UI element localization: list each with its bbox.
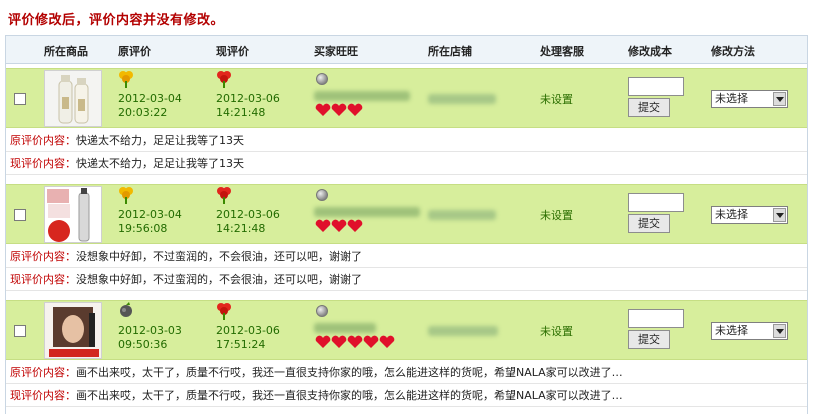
submit-button[interactable]: 提交 [628, 330, 670, 349]
wangwang-icon[interactable] [316, 189, 328, 201]
buyer-credit-hearts-icon [314, 103, 370, 117]
positive-rating-icon [216, 302, 232, 320]
service-status: 未设置 [540, 209, 573, 222]
original-content-line: 原评价内容：快递太不给力，足足让我等了13天 [6, 130, 807, 152]
buyer-credit-hearts-icon [314, 219, 370, 233]
method-select[interactable]: 未选择 [711, 90, 788, 108]
service-status: 未设置 [540, 93, 573, 106]
submit-button[interactable]: 提交 [628, 98, 670, 117]
col-header-buyer: 买家旺旺 [314, 45, 358, 58]
buyer-id-blurred [314, 323, 376, 333]
col-header-cost: 修改成本 [628, 45, 672, 58]
method-select[interactable]: 未选择 [711, 322, 788, 340]
method-select[interactable]: 未选择 [711, 206, 788, 224]
current-rating-datetime: 2012-03-06 14:21:48 [216, 92, 280, 119]
product-thumbnail[interactable] [44, 70, 102, 127]
page-title: 评价修改后，评价内容并没有修改。 [8, 13, 225, 28]
cost-input[interactable] [628, 193, 684, 212]
buyer-id-blurred [314, 207, 420, 217]
table-row: 2012-03-04 19:56:08 2012-03-06 14:21:48 未设… [6, 184, 807, 244]
wangwang-icon[interactable] [316, 73, 328, 85]
shop-name-blurred [428, 210, 496, 220]
col-header-method: 修改方法 [711, 45, 755, 58]
row-checkbox[interactable] [14, 209, 26, 221]
col-header-product: 所在商品 [44, 45, 88, 58]
original-content-line: 原评价内容：画不出来哎，太干了，质量不行哎，我还一直很支持你家的哦，怎么能进这样… [6, 362, 807, 384]
table-row: 2012-03-04 20:03:22 2012-03-06 14:21:48 未设… [6, 68, 807, 128]
product-thumbnail[interactable] [44, 186, 102, 243]
col-header-current-rating: 现评价 [216, 45, 249, 58]
current-rating-datetime: 2012-03-06 14:21:48 [216, 208, 280, 235]
review-table: 所在商品 原评价 现评价 买家旺旺 所在店铺 处理客服 修改成本 修改方法 20… [5, 35, 808, 414]
row-checkbox[interactable] [14, 93, 26, 105]
table-header: 所在商品 原评价 现评价 买家旺旺 所在店铺 处理客服 修改成本 修改方法 [6, 36, 807, 64]
cost-input[interactable] [628, 77, 684, 96]
current-rating-datetime: 2012-03-06 17:51:24 [216, 324, 280, 351]
chevron-down-icon [773, 92, 786, 106]
chevron-down-icon [773, 324, 786, 338]
cost-input[interactable] [628, 309, 684, 328]
neutral-rating-icon [118, 70, 134, 88]
table-row: 2012-03-03 09:50:36 2012-03-06 17:51:24 未设… [6, 300, 807, 360]
col-header-original-rating: 原评价 [118, 45, 151, 58]
current-content-line: 现评价内容：画不出来哎，太干了，质量不行哎，我还一直很支持你家的哦，怎么能进这样… [6, 385, 807, 407]
col-header-shop: 所在店铺 [428, 45, 472, 58]
original-rating-datetime: 2012-03-03 09:50:36 [118, 324, 182, 351]
shop-name-blurred [428, 326, 498, 336]
negative-rating-icon [118, 302, 134, 320]
shop-name-blurred [428, 94, 496, 104]
submit-button[interactable]: 提交 [628, 214, 670, 233]
current-content-line: 现评价内容：快递太不给力，足足让我等了13天 [6, 153, 807, 175]
original-content-line: 原评价内容：没想象中好卸，不过蛮润的，不会很油，还可以吧，谢谢了 [6, 246, 807, 268]
row-checkbox[interactable] [14, 325, 26, 337]
positive-rating-icon [216, 70, 232, 88]
neutral-rating-icon [118, 186, 134, 204]
original-rating-datetime: 2012-03-04 20:03:22 [118, 92, 182, 119]
col-header-service: 处理客服 [540, 45, 584, 58]
wangwang-icon[interactable] [316, 305, 328, 317]
service-status: 未设置 [540, 325, 573, 338]
current-content-line: 现评价内容：没想象中好卸，不过蛮润的，不会很油，还可以吧，谢谢了 [6, 269, 807, 291]
buyer-credit-hearts-icon [314, 335, 404, 349]
product-thumbnail[interactable] [44, 302, 102, 359]
chevron-down-icon [773, 208, 786, 222]
original-rating-datetime: 2012-03-04 19:56:08 [118, 208, 182, 235]
positive-rating-icon [216, 186, 232, 204]
buyer-id-blurred [314, 91, 410, 101]
